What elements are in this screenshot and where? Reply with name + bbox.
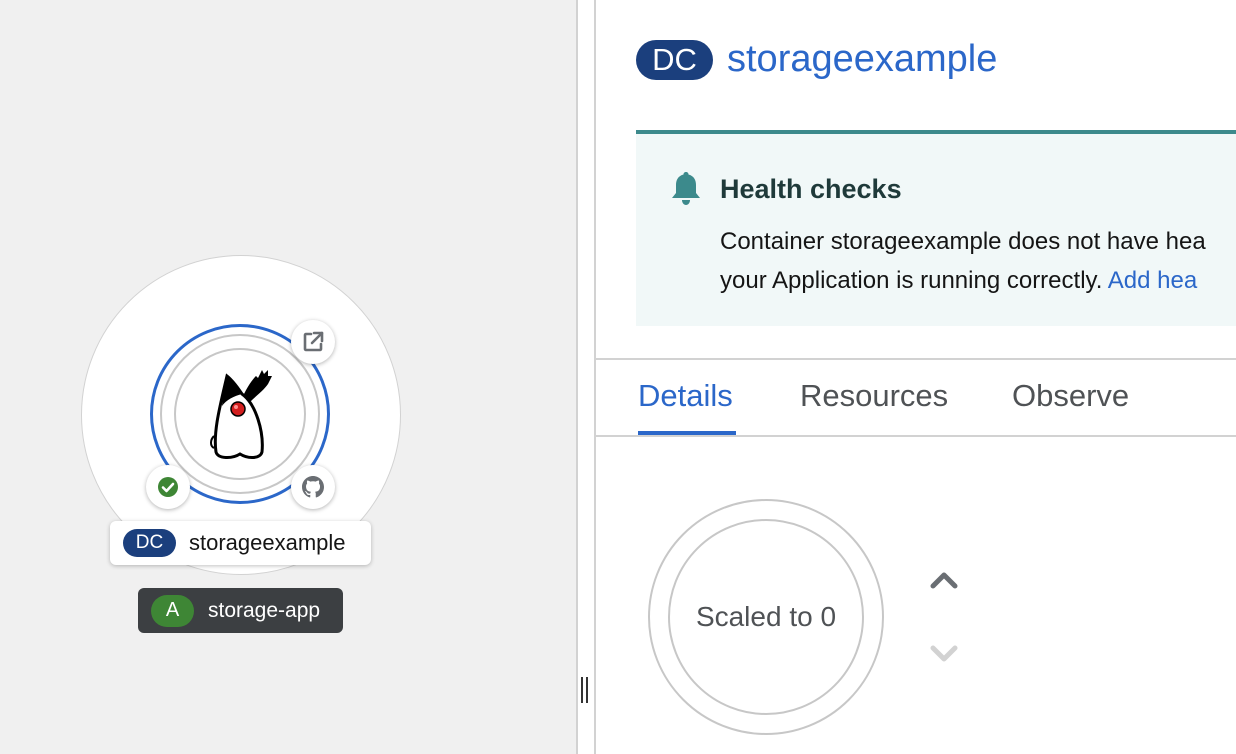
- pod-count-label: Scaled to 0: [695, 601, 837, 632]
- tab-resources[interactable]: Resources: [800, 378, 948, 414]
- tab-details[interactable]: Details: [638, 378, 733, 414]
- application-name: storage-app: [208, 598, 321, 622]
- bell-icon: [672, 172, 700, 205]
- chevron-up-icon[interactable]: [930, 566, 958, 594]
- tabs-divider-bottom: [596, 435, 1236, 437]
- side-panel: DC storageexample Health checks Containe…: [596, 0, 1236, 754]
- build-status-decorator[interactable]: [146, 465, 190, 509]
- application-badge: A: [151, 594, 194, 627]
- alert-title: Health checks: [720, 174, 902, 204]
- side-panel-header: DC storageexample: [636, 38, 997, 81]
- resize-handle-icon[interactable]: [580, 677, 590, 703]
- source-repo-decorator[interactable]: [291, 465, 335, 509]
- java-duke-icon: [210, 370, 272, 459]
- resize-gutter[interactable]: [578, 0, 594, 754]
- open-url-decorator[interactable]: [291, 320, 335, 364]
- external-link-icon: [303, 331, 324, 352]
- alert-text-line: Container storageexample does not have h…: [720, 228, 1206, 255]
- alert-text-fragment: your Application is running correctly.: [720, 267, 1108, 294]
- resource-kind-badge-large: DC: [636, 39, 713, 80]
- node-label[interactable]: DC storageexample: [110, 521, 371, 565]
- application-group-label[interactable]: A storage-app: [138, 588, 343, 633]
- add-health-checks-link[interactable]: Add hea: [1108, 267, 1197, 294]
- alert-text-line: your Application is running correctly. A…: [720, 261, 1206, 300]
- resource-kind-badge: DC: [123, 529, 176, 557]
- topology-canvas[interactable]: DC storageexample A storage-app: [0, 0, 576, 754]
- check-circle-icon: [158, 477, 178, 497]
- resource-title-link[interactable]: storageexample: [727, 38, 997, 81]
- node-name: storageexample: [189, 530, 346, 555]
- tabs-divider-top: [596, 358, 1236, 360]
- github-icon: [302, 476, 324, 498]
- chevron-down-icon[interactable]: [930, 640, 958, 668]
- health-checks-alert: Health checks Container storageexample d…: [636, 130, 1236, 326]
- alert-description: Container storageexample does not have h…: [720, 222, 1206, 300]
- pod-donut: Scaled to 0: [668, 519, 864, 715]
- tab-observe[interactable]: Observe: [1012, 378, 1129, 414]
